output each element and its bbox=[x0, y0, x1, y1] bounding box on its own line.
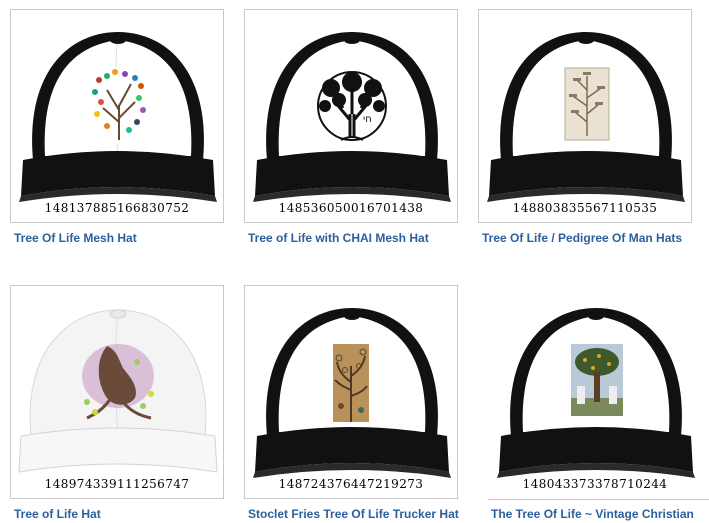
product-id: 148724376447219273 bbox=[278, 477, 424, 491]
product-title-link[interactable]: Tree of Life with CHAI Mesh Hat bbox=[248, 231, 460, 245]
product-id: 148137885166830752 bbox=[44, 201, 190, 215]
product-title-link[interactable]: Tree Of Life / Pedigree Of Man Hats bbox=[482, 231, 694, 245]
product-image-pedigree-of-man-hats[interactable]: 148803835567110535 bbox=[478, 9, 692, 223]
white-cap-image bbox=[18, 309, 218, 473]
svg-text:חי: חי bbox=[363, 114, 372, 125]
product-title-link[interactable]: Tree of Life Hat bbox=[14, 507, 226, 521]
klimt-tree-art bbox=[333, 344, 369, 422]
trucker-hat-image bbox=[487, 32, 685, 202]
product-image-stoclet-fries-trucker-hat[interactable]: 148724376447219273 bbox=[244, 285, 458, 499]
product-id: 148536050016701438 bbox=[278, 201, 424, 215]
product-id: 148803835567110535 bbox=[512, 201, 658, 215]
product-title-link[interactable]: Stoclet Fries Tree Of Life Trucker Hat bbox=[248, 507, 460, 521]
product-image-vintage-christian-tree[interactable]: 148043373378710244 bbox=[488, 285, 702, 499]
colorful-tree-chart-art bbox=[87, 68, 151, 144]
trucker-hat-image bbox=[253, 308, 451, 478]
product-title-link[interactable]: The Tree Of Life ~ Vintage Christian bbox=[491, 507, 709, 521]
trucker-hat-image: חי bbox=[253, 32, 451, 202]
pedigree-chart-art bbox=[564, 67, 610, 141]
trucker-hat-image bbox=[497, 308, 695, 478]
vintage-christian-tree-art bbox=[571, 344, 623, 416]
product-id: 148974339111256747 bbox=[44, 477, 190, 491]
product-title-link[interactable]: Tree Of Life Mesh Hat bbox=[14, 231, 226, 245]
product-id: 148043373378710244 bbox=[522, 477, 668, 491]
title-divider bbox=[488, 499, 709, 500]
product-image-tree-of-life-chai-mesh-hat[interactable]: חי 148536050016701438 bbox=[244, 9, 458, 223]
trucker-hat-image bbox=[19, 32, 217, 202]
product-image-tree-of-life-hat[interactable]: 148974339111256747 bbox=[10, 285, 224, 499]
product-image-tree-of-life-mesh-hat[interactable]: 148137885166830752 bbox=[10, 9, 224, 223]
